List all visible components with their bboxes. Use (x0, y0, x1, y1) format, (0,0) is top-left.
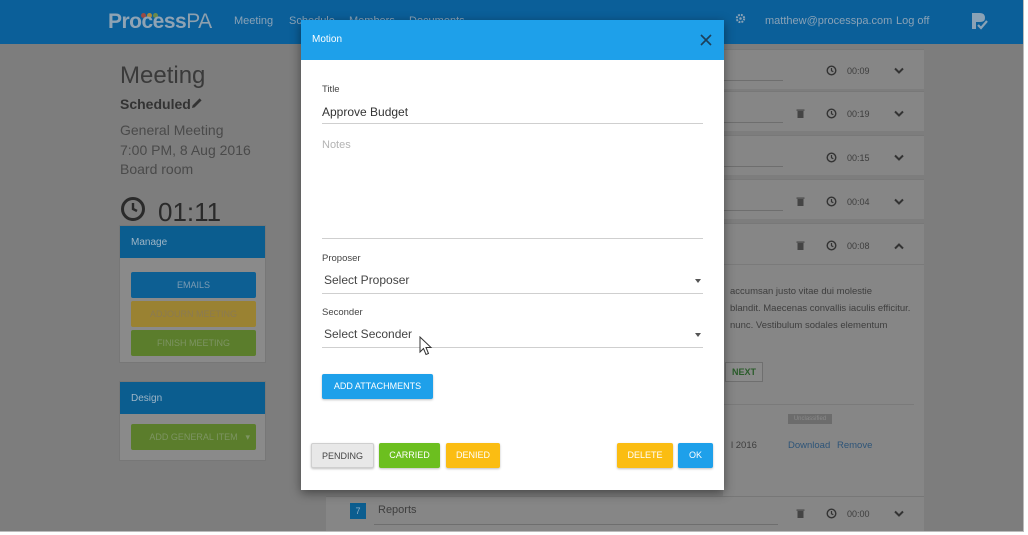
attachment-date: l 2016 (731, 440, 757, 451)
emails-button[interactable]: EMAILS (131, 272, 256, 298)
agenda-time: 00:04 (847, 197, 870, 207)
notes-underline (322, 238, 703, 239)
finish-meeting-button[interactable]: FINISH MEETING (131, 330, 256, 356)
chevron-down-icon[interactable] (894, 110, 904, 118)
trash-icon[interactable] (795, 508, 806, 519)
app-logo[interactable]: ProcessPA (108, 10, 212, 34)
seconder-label: Seconder (322, 307, 363, 318)
denied-button[interactable]: DENIED (446, 443, 500, 468)
carried-button[interactable]: CARRIED (379, 443, 440, 468)
delete-button[interactable]: DELETE (617, 443, 673, 468)
clock-icon (826, 240, 837, 251)
clock-icon (826, 65, 837, 76)
agenda-row[interactable]: 00:15 (723, 135, 924, 175)
manage-panel: Manage EMAILS ADJOURN MEETING FINISH MEE… (119, 225, 266, 363)
remove-link[interactable]: Remove (837, 440, 872, 451)
download-link[interactable]: Download (788, 440, 830, 451)
meeting-location: Board room (120, 161, 194, 177)
agenda-description-line: nunc. Vestibulum sodales elementum (730, 320, 888, 331)
agenda-description-line: blandit. Maecenas convallis iaculis effi… (730, 303, 911, 314)
meeting-timer: 01:11 (158, 197, 222, 227)
proposer-select[interactable]: Select Proposer (322, 270, 703, 292)
dialog-title: Motion (312, 34, 343, 45)
agenda-row[interactable]: 00:09 (723, 49, 924, 89)
dropdown-caret-icon (695, 333, 701, 337)
dropdown-caret-icon (695, 279, 701, 283)
chevron-down-icon[interactable] (894, 67, 904, 75)
adjourn-meeting-button[interactable]: ADJOURN MEETING (131, 301, 256, 327)
chevron-up-icon[interactable] (894, 242, 904, 250)
seconder-select-value: Select Seconder (324, 327, 413, 341)
user-email[interactable]: matthew@processpa.com (765, 15, 892, 27)
status-badge: Unclassified (788, 414, 832, 424)
gear-icon[interactable] (735, 13, 746, 24)
close-icon[interactable] (699, 33, 713, 47)
manage-panel-title: Manage (120, 226, 265, 258)
chevron-down-icon[interactable] (894, 510, 904, 518)
meeting-type: General Meeting (120, 122, 224, 138)
agenda-row[interactable]: 00:04 (723, 179, 924, 219)
trash-icon[interactable] (795, 196, 806, 207)
chevron-down-icon[interactable] (894, 154, 904, 162)
logout-link[interactable]: Log off (896, 15, 929, 27)
clock-icon (826, 152, 837, 163)
title-field-label: Title (322, 84, 340, 95)
mouse-cursor-icon (419, 336, 433, 356)
meeting-datetime: 7:00 PM, 8 Aug 2016 (120, 142, 251, 158)
agenda-time: 00:08 (847, 241, 870, 251)
agenda-row-expanded[interactable]: 00:08 (723, 223, 924, 496)
seconder-select[interactable]: Select Seconder (322, 324, 703, 346)
nav-meeting[interactable]: Meeting (234, 15, 273, 27)
proposer-select-value: Select Proposer (324, 273, 410, 287)
pending-button[interactable]: PENDING (311, 443, 374, 468)
clock-icon (826, 108, 837, 119)
add-item-dropdown-caret[interactable]: ▾ (245, 424, 250, 450)
add-general-item-button[interactable]: ADD GENERAL ITEM ▾ (131, 424, 256, 450)
next-button[interactable]: NEXT (725, 362, 763, 382)
clock-icon (826, 508, 837, 519)
app-window: ProcessPA Meeting Schedule Members Docum… (0, 0, 1024, 532)
notes-textarea[interactable]: Notes (322, 139, 351, 151)
agenda-description-line: accumsan justo vitae dui molestie (730, 286, 873, 297)
design-panel-title: Design (120, 382, 265, 414)
page-title: Meeting (120, 62, 206, 89)
clock-icon (826, 196, 837, 207)
title-input[interactable]: Approve Budget (322, 105, 408, 119)
agenda-time: 00:00 (847, 509, 870, 519)
agenda-item-title: Reports (378, 504, 417, 516)
chevron-down-icon[interactable] (894, 198, 904, 206)
ok-button[interactable]: OK (678, 443, 713, 468)
agenda-time: 00:09 (847, 66, 870, 76)
title-input-underline (322, 123, 703, 124)
trash-icon[interactable] (795, 108, 806, 119)
dialog-header: Motion (301, 20, 724, 60)
seconder-underline (322, 347, 703, 348)
add-attachments-button[interactable]: ADD ATTACHMENTS (322, 374, 433, 399)
proposer-underline (322, 293, 703, 294)
clock-icon (121, 197, 145, 221)
trash-icon[interactable] (795, 240, 806, 251)
design-panel: Design ADD GENERAL ITEM ▾ (119, 381, 266, 461)
check-document-icon[interactable] (970, 11, 988, 31)
agenda-time: 00:15 (847, 153, 870, 163)
agenda-row[interactable]: 00:19 (723, 91, 924, 131)
item-number-badge: 7 (350, 503, 366, 519)
agenda-time: 00:19 (847, 109, 870, 119)
meeting-status: Scheduled (120, 96, 191, 112)
motion-dialog: Motion Title Approve Budget Notes Propos… (301, 20, 724, 490)
proposer-label: Proposer (322, 253, 361, 264)
pencil-icon[interactable] (190, 96, 204, 110)
